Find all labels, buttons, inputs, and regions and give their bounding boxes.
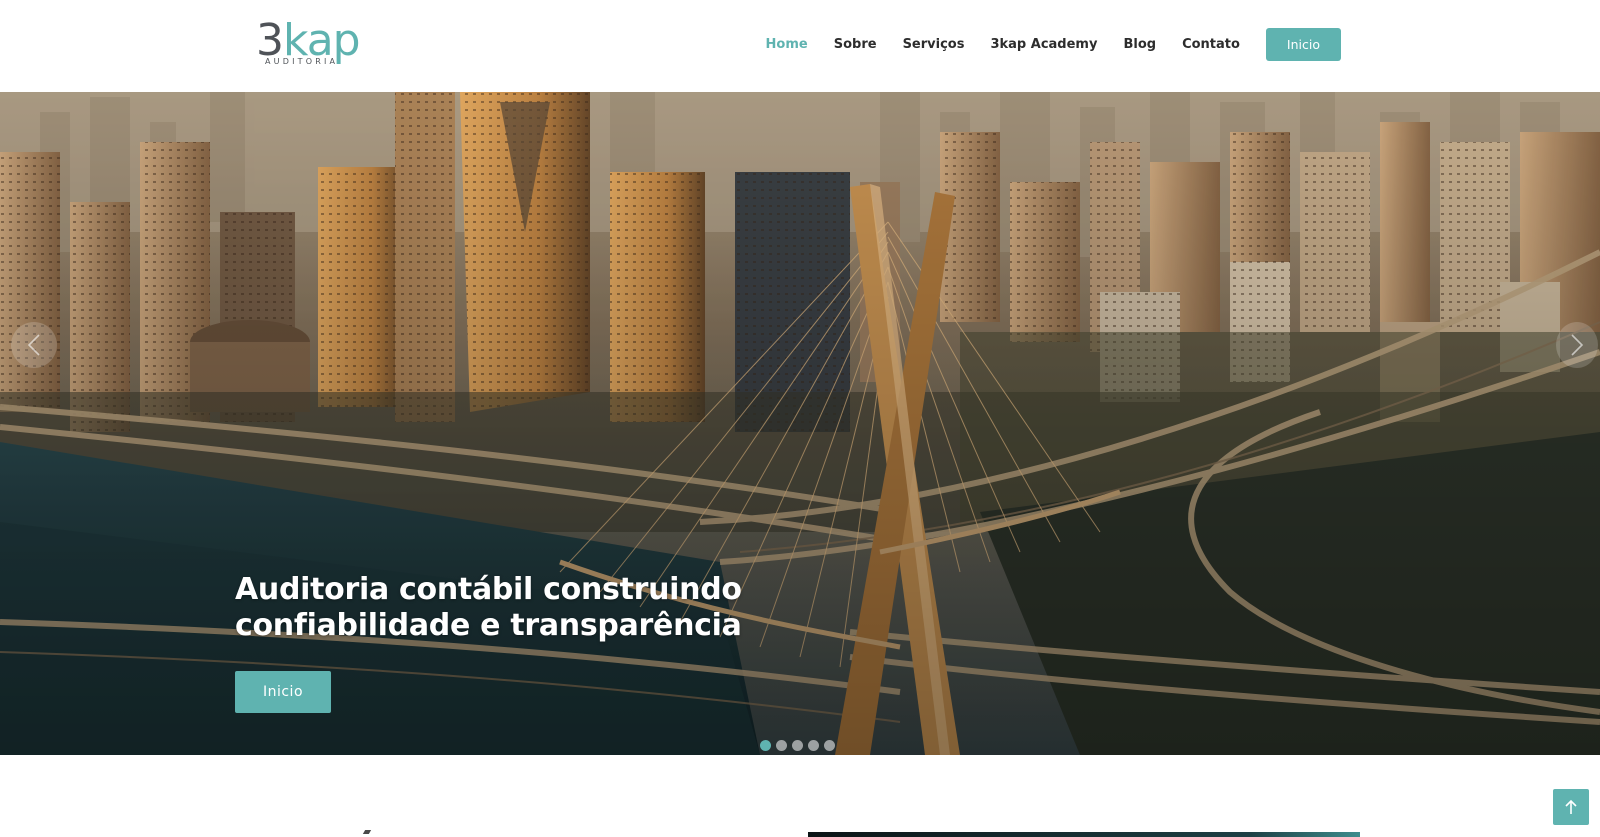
nav-sobre[interactable]: Sobre (834, 37, 877, 52)
slider-next-button[interactable] (1556, 322, 1598, 368)
nav-blog[interactable]: Blog (1123, 37, 1156, 52)
chevron-right-icon (1571, 334, 1584, 356)
slider-dot-4[interactable] (808, 740, 819, 751)
slider-pagination (760, 740, 840, 751)
slider-dot-5[interactable] (824, 740, 835, 751)
hero-cta-button[interactable]: Inicio (235, 671, 331, 713)
hero-slider: Auditoria contábil construindo confiabil… (0, 92, 1600, 755)
slider-dot-1[interactable] (760, 740, 771, 751)
nav-academy[interactable]: 3kap Academy (990, 37, 1097, 52)
scroll-to-top-button[interactable] (1553, 789, 1589, 825)
hero-background-image (0, 92, 1600, 755)
slider-dot-2[interactable] (776, 740, 787, 751)
hero-title-line-2: confiabilidade e transparência (235, 608, 742, 643)
arrow-up-icon (1565, 799, 1577, 814)
logo-subtitle: AUDITORIA (265, 57, 339, 66)
section-heading-fragment (362, 830, 372, 834)
hero-title: Auditoria contábil construindo confiabil… (235, 572, 835, 644)
nav-servicos[interactable]: Serviços (903, 37, 965, 52)
slider-dot-3[interactable] (792, 740, 803, 751)
hero-title-line-1: Auditoria contábil construindo (235, 572, 742, 607)
main-nav: Home Sobre Serviços 3kap Academy Blog Co… (740, 28, 1341, 61)
nav-home[interactable]: Home (766, 37, 808, 52)
site-header: 3kap AUDITORIA Home Sobre Serviços 3kap … (0, 0, 1600, 92)
slider-prev-button[interactable] (11, 322, 57, 368)
nav-contato[interactable]: Contato (1182, 37, 1240, 52)
logo[interactable]: 3kap AUDITORIA (256, 16, 361, 72)
header-cta-button[interactable]: Inicio (1265, 28, 1341, 61)
section-media-top-edge (808, 832, 1360, 837)
chevron-left-icon (27, 334, 40, 356)
